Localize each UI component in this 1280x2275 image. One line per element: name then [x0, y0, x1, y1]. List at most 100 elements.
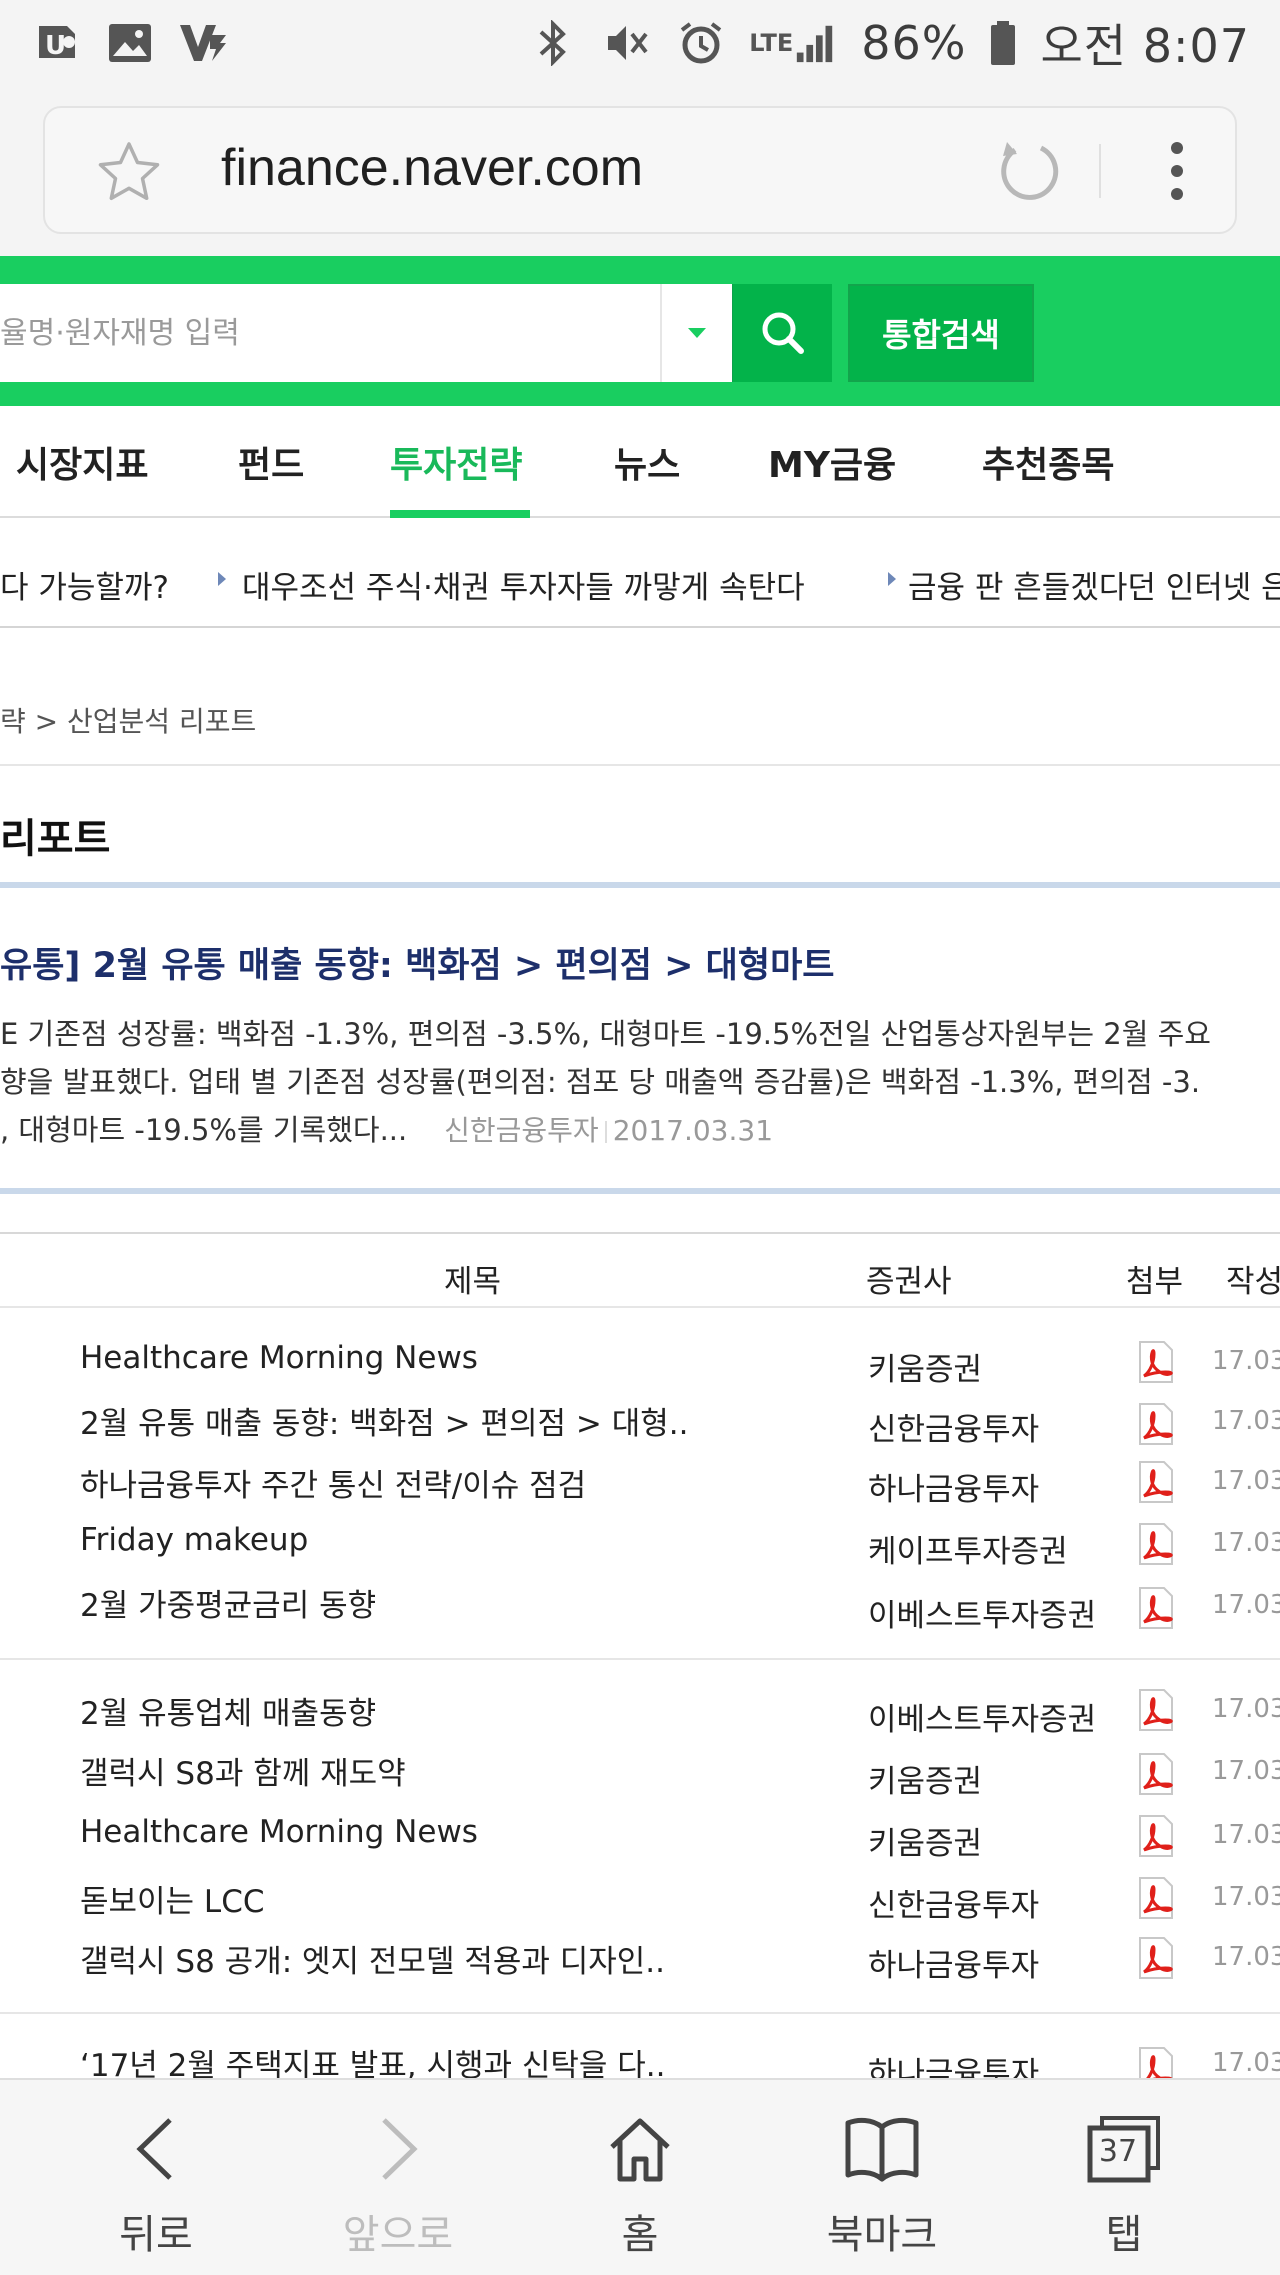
- pdf-icon[interactable]: [1136, 1340, 1176, 1384]
- pdf-icon[interactable]: [1136, 1586, 1176, 1630]
- summary-line: , 대형마트 -19.5%를 기록했다...: [0, 1113, 408, 1147]
- tab-market-index[interactable]: 시장지표: [16, 436, 148, 488]
- pdf-icon[interactable]: [1136, 1522, 1176, 1566]
- report-title[interactable]: 갤럭시 S8 공개: 엣지 전모델 적용과 디자인..: [80, 1936, 665, 1981]
- report-firm: 신한금융투자: [868, 1412, 1040, 1448]
- lte-signal-icon: LTE: [749, 20, 839, 66]
- report-firm: 신한금융투자: [868, 1888, 1040, 1924]
- bookmark-star-icon[interactable]: [95, 138, 163, 206]
- summary-line: 향을 발표했다. 업태 별 기존점 성장률(편의점: 점포 당 매출액 증감률)…: [0, 1065, 1201, 1099]
- active-tab-indicator: [390, 510, 530, 518]
- breadcrumb: 략 > 산업분석 리포트: [0, 705, 257, 738]
- ticker-headline[interactable]: 금융 판 흔들겠다던 인터넷 은: [908, 562, 1280, 607]
- mute-icon: [601, 20, 653, 66]
- divider: [0, 882, 1280, 888]
- tabs-label: 탭: [1105, 2212, 1143, 2258]
- ticker-headline[interactable]: 대우조선 주식·채권 투자자들 까맣게 속탄다: [242, 562, 805, 607]
- report-date: 17.03: [1212, 1820, 1280, 1850]
- browser-bottom-bar: 뒤로 앞으로 홈 북마크 37 탭: [0, 2078, 1280, 2275]
- table-row[interactable]: Friday makeup 케이프투자증권 17.03: [0, 1522, 1280, 1584]
- home-label: 홈: [621, 2212, 659, 2258]
- table-row[interactable]: 2월 가중평균금리 동향 이베스트투자증권 17.03: [0, 1580, 1280, 1642]
- search-dropdown-toggle[interactable]: [660, 284, 732, 382]
- report-date: 17.03: [1212, 2048, 1280, 2078]
- report-title[interactable]: Friday makeup: [80, 1522, 308, 1558]
- alarm-icon: [675, 20, 727, 66]
- report-title[interactable]: 2월 가중평균금리 동향: [80, 1580, 376, 1625]
- forward-label: 앞으로: [342, 2212, 454, 2258]
- report-date: 17.03: [1212, 1942, 1280, 1972]
- table-row[interactable]: 갤럭시 S8과 함께 재도약 키움증권 17.03: [0, 1748, 1280, 1810]
- divider: [0, 764, 1280, 766]
- table-row[interactable]: Healthcare Morning News 키움증권 17.03: [0, 1340, 1280, 1402]
- search-icon: [762, 312, 804, 354]
- report-title[interactable]: 갤럭시 S8과 함께 재도약: [80, 1748, 406, 1793]
- pdf-icon[interactable]: [1136, 1460, 1176, 1504]
- table-row[interactable]: 돋보이는 LCC 신한금융투자 17.03: [0, 1876, 1280, 1938]
- tab-investment-strategy[interactable]: 투자전략: [390, 436, 522, 488]
- table-row[interactable]: 2월 유통 매출 동향: 백화점 > 편의점 > 대형.. 신한금융투자 17.…: [0, 1398, 1280, 1460]
- tab-news[interactable]: 뉴스: [614, 436, 680, 488]
- tab-my-finance[interactable]: MY금융: [768, 436, 896, 488]
- back-label: 뒤로: [119, 2212, 193, 2258]
- uplus-app-icon: U: [30, 20, 82, 66]
- tab-count: 37: [1098, 2134, 1138, 2169]
- report-title[interactable]: Healthcare Morning News: [80, 1340, 478, 1376]
- featured-report-summary: E 기존점 성장률: 백화점 -1.3%, 편의점 -3.5%, 대형마트 -1…: [0, 1010, 1280, 1155]
- forward-button[interactable]: 앞으로: [308, 2110, 488, 2260]
- more-options-icon[interactable]: [1157, 138, 1197, 204]
- search-input[interactable]: [0, 284, 660, 382]
- report-firm: 키움증권: [868, 1764, 983, 1800]
- integrated-search-button[interactable]: 통합검색: [848, 284, 1034, 382]
- ticker-headline[interactable]: 다 가능할까?: [0, 562, 169, 607]
- home-button[interactable]: 홈: [550, 2110, 730, 2260]
- report-table-header: 제목 증권사 첨부 작성: [0, 1232, 1280, 1308]
- pdf-icon[interactable]: [1136, 1688, 1176, 1732]
- chevron-right-icon: [353, 2110, 443, 2188]
- report-date: 17.03: [1212, 1756, 1280, 1786]
- back-button[interactable]: 뒤로: [66, 2110, 246, 2260]
- table-row[interactable]: 하나금융투자 주간 통신 전략/이슈 점검 하나금융투자 17.03: [0, 1460, 1280, 1522]
- search-button[interactable]: [732, 284, 832, 382]
- table-row[interactable]: 2월 유통업체 매출동향 이베스트투자증권 17.03: [0, 1688, 1280, 1750]
- pdf-icon[interactable]: [1136, 1814, 1176, 1858]
- open-book-icon: [837, 2110, 927, 2188]
- pdf-icon[interactable]: [1136, 1876, 1176, 1920]
- pdf-icon[interactable]: [1136, 1402, 1176, 1446]
- report-firm: 키움증권: [868, 1826, 983, 1862]
- tab-fund[interactable]: 펀드: [238, 436, 304, 488]
- search-header: 통합검색: [0, 256, 1280, 406]
- bookmarks-button[interactable]: 북마크: [792, 2110, 972, 2260]
- toolbar-divider: [1099, 144, 1101, 198]
- report-date: 17.03: [1212, 1346, 1280, 1376]
- report-title[interactable]: 2월 유통업체 매출동향: [80, 1688, 376, 1733]
- url-text[interactable]: finance.naver.com: [221, 138, 643, 198]
- pdf-icon[interactable]: [1136, 1936, 1176, 1980]
- report-title[interactable]: 하나금융투자 주간 통신 전략/이슈 점검: [80, 1460, 586, 1505]
- featured-firm: 신한금융투자: [444, 1114, 599, 1147]
- featured-date: 2017.03.31: [612, 1114, 774, 1147]
- pdf-icon[interactable]: [1136, 1752, 1176, 1796]
- reload-icon[interactable]: [993, 134, 1063, 204]
- table-row[interactable]: 갤럭시 S8 공개: 엣지 전모델 적용과 디자인.. 하나금융투자 17.03: [0, 1936, 1280, 1998]
- report-title[interactable]: 돋보이는 LCC: [80, 1876, 265, 1921]
- main-tabs: 시장지표 펀드 투자전략 뉴스 MY금융 추천종목: [0, 406, 1280, 518]
- address-bar[interactable]: finance.naver.com: [43, 106, 1237, 234]
- table-row[interactable]: Healthcare Morning News 키움증권 17.03: [0, 1814, 1280, 1876]
- report-firm: 이베스트투자증권: [868, 1702, 1097, 1738]
- headline-ticker: 다 가능할까? 대우조선 주식·채권 투자자들 까맣게 속탄다 금융 판 흔들겠…: [0, 520, 1280, 628]
- chevron-left-icon: [111, 2110, 201, 2188]
- summary-line: E 기존점 성장률: 백화점 -1.3%, 편의점 -3.5%, 대형마트 -1…: [0, 1017, 1211, 1051]
- tab-recommended-stocks[interactable]: 추천종목: [982, 436, 1114, 488]
- meta-divider: [604, 1121, 607, 1143]
- row-group-divider: [0, 1658, 1280, 1660]
- report-title[interactable]: 2월 유통 매출 동향: 백화점 > 편의점 > 대형..: [80, 1398, 688, 1443]
- bullet-arrow-icon: [888, 572, 896, 586]
- bluetooth-icon: [527, 20, 579, 66]
- tabs-button[interactable]: 37 탭: [1034, 2110, 1214, 2260]
- tabs-icon: 37: [1079, 2110, 1169, 2188]
- featured-report-title[interactable]: 유통] 2월 유통 매출 동향: 백화점 > 편의점 > 대형마트: [0, 937, 834, 988]
- home-icon: [595, 2110, 685, 2188]
- report-title[interactable]: Healthcare Morning News: [80, 1814, 478, 1850]
- gallery-icon: [104, 20, 156, 66]
